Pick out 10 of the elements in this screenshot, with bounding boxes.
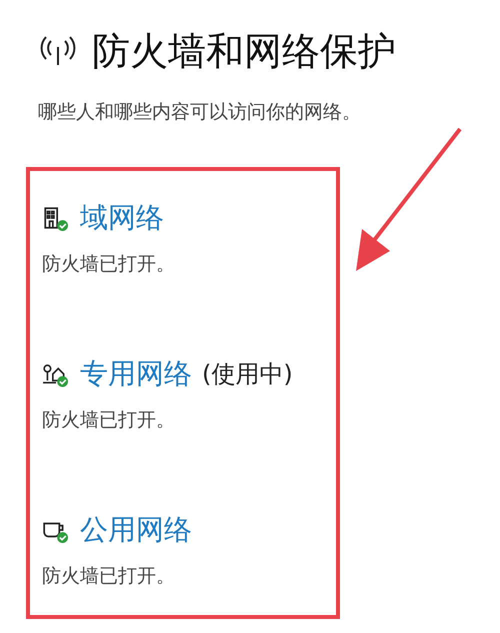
firewall-status: 防火墙已打开。 — [42, 252, 176, 277]
network-link[interactable]: 专用网络 — [80, 355, 192, 393]
page-description: 哪些人和哪些内容可以访问你的网络。 — [38, 100, 362, 125]
network-link[interactable]: 域网络 — [80, 199, 164, 237]
network-link[interactable]: 公用网络 — [80, 511, 192, 549]
firewall-status: 防火墙已打开。 — [42, 564, 176, 589]
building-icon — [42, 205, 68, 231]
in-use-label: (使用中) — [202, 359, 293, 390]
firewall-status: 防火墙已打开。 — [42, 408, 176, 433]
page-title: 防火墙和网络保护 — [92, 28, 396, 75]
